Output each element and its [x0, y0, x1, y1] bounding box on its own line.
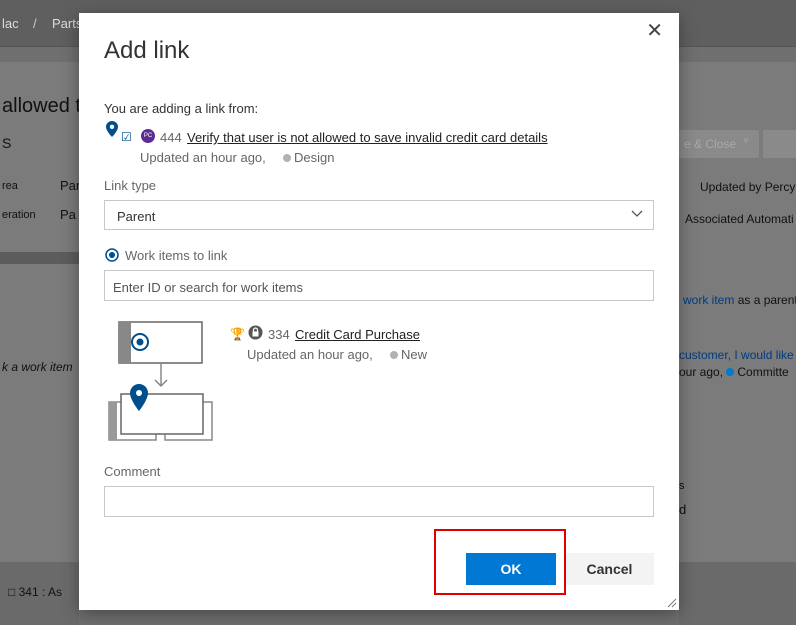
trophy-icon: 🏆 [230, 327, 245, 341]
parent-child-diagram-icon [108, 321, 213, 441]
comment-label: Comment [104, 464, 161, 479]
chevron-down-icon [631, 210, 643, 217]
search-placeholder: Enter ID or search for work items [113, 280, 303, 295]
bg-customer-line: customer, I would like [679, 348, 794, 362]
bg-save-close: e & Close ▼ [679, 130, 759, 158]
source-title-link[interactable]: Verify that user is not allowed to save … [187, 130, 548, 145]
bg-s-fragment: S [2, 135, 12, 151]
work-items-label: Work items to link [125, 248, 228, 263]
close-icon[interactable]: ✕ [646, 21, 663, 41]
target-updated: Updated an hour ago, [247, 347, 373, 362]
bg-divider [0, 252, 79, 264]
bg-updated-by: Updated by Percy [700, 180, 796, 194]
link-type-select[interactable]: Parent [104, 200, 654, 230]
avatar: PC [141, 129, 155, 143]
source-item [106, 121, 118, 142]
highlight-box [434, 529, 566, 595]
bg-work-item-line: work item as a parent [683, 293, 796, 307]
map-pin-icon [106, 121, 118, 137]
source-state: Design [283, 150, 334, 165]
from-label: You are adding a link from: [104, 101, 259, 116]
add-link-dialog: ✕ Add link You are adding a link from: ☑… [79, 13, 679, 610]
lock-icon [248, 325, 263, 340]
bg-add-work-item: k a work item [2, 360, 73, 374]
test-case-icon: ☑ [121, 130, 132, 144]
bg-area-label: rea [2, 180, 18, 192]
target-id: 334 [268, 327, 290, 342]
source-updated: Updated an hour ago, [140, 150, 266, 165]
bg-hour-line: our ago, Committe [679, 365, 789, 379]
resize-grip-icon[interactable] [667, 598, 677, 608]
breadcrumb-sep: / [33, 16, 37, 31]
source-id: 444 [160, 130, 182, 145]
bg-iteration-value: Pa [60, 207, 76, 222]
bg-follow [763, 130, 796, 158]
bg-s: s [679, 480, 685, 492]
target-state-dot [390, 350, 398, 359]
dialog-title: Add link [104, 37, 190, 64]
link-type-label: Link type [104, 178, 157, 193]
bg-bottom-item: □ 341 : As [8, 585, 62, 599]
bg-area-value: Par [60, 178, 81, 193]
radio-selected-icon[interactable] [105, 248, 119, 262]
bg-iteration-label: eration [2, 209, 36, 221]
bg-associated: Associated Automati [685, 212, 794, 226]
target-state: New [390, 347, 427, 362]
target-title-link[interactable]: Credit Card Purchase [295, 327, 420, 342]
comment-field[interactable] [104, 486, 654, 517]
link-type-value: Parent [117, 209, 156, 224]
bg-bottom-right [679, 562, 796, 625]
breadcrumb-2: Parts [52, 16, 83, 31]
work-item-search-input[interactable]: Enter ID or search for work items [104, 270, 654, 301]
breadcrumb-1: lac [2, 16, 19, 31]
left-panel [0, 62, 79, 562]
bg-d: d [679, 502, 687, 517]
cancel-button[interactable]: Cancel [565, 553, 654, 585]
source-state-dot [283, 153, 291, 162]
